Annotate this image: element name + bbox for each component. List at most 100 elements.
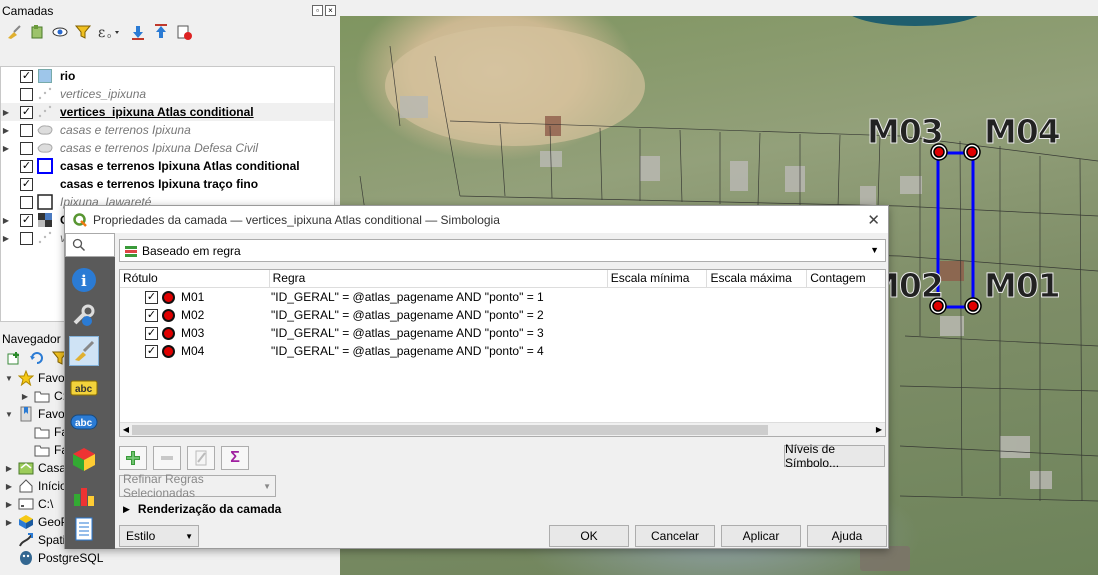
rule-expression: "ID_GERAL" = @atlas_pagename AND "ponto"…	[271, 308, 544, 322]
layer-row[interactable]: ✓ rio	[1, 67, 334, 85]
horizontal-scrollbar[interactable]: ◀ ▶	[120, 422, 885, 436]
refine-rules-button[interactable]: Refinar Regras Selecionadas ▼	[119, 472, 276, 500]
layer-visibility-checkbox[interactable]	[20, 141, 33, 155]
diagrams-icon[interactable]	[69, 480, 99, 510]
layer-row[interactable]: ✓ casas e terrenos Ipixuna traço fino	[1, 175, 334, 193]
expand-arrow-icon[interactable]: ▶	[4, 500, 14, 509]
collapse-arrow-icon[interactable]: ▼	[4, 374, 14, 383]
layer-visibility-checkbox[interactable]	[20, 231, 33, 245]
remove-rule-button[interactable]	[153, 446, 181, 470]
layers-toolbar: ε₀	[0, 19, 340, 45]
rule-label: M04	[181, 344, 205, 358]
column-count-header[interactable]: Contagem	[807, 270, 885, 287]
column-label-header[interactable]: Rótulo	[120, 270, 270, 287]
expand-all-icon[interactable]	[128, 23, 147, 42]
expand-arrow-icon[interactable]: ▶	[4, 464, 14, 473]
layer-visibility-checkbox[interactable]	[20, 195, 33, 209]
layer-name: casas e terrenos Ipixuna traço fino	[60, 177, 259, 191]
column-rule-header[interactable]: Regra	[270, 270, 608, 287]
cancel-button[interactable]: Cancelar	[635, 525, 715, 547]
layers-panel-title: Camadas	[2, 3, 54, 18]
svg-text:abc: abc	[75, 418, 93, 429]
rule-row[interactable]: ✓ M04 "ID_GERAL" = @atlas_pagename AND "po…	[120, 342, 885, 360]
symbol-levels-button[interactable]: Níveis de Símbolo...	[784, 442, 885, 470]
rule-enabled-checkbox[interactable]: ✓	[145, 344, 158, 358]
collapse-all-icon[interactable]	[151, 23, 170, 42]
expand-arrow-icon[interactable]: ▶	[20, 392, 30, 401]
float-icon[interactable]: ▫	[312, 5, 323, 16]
scrollbar-thumb[interactable]	[132, 425, 768, 435]
add-rule-button[interactable]	[119, 446, 147, 470]
close-icon[interactable]: ×	[325, 5, 336, 16]
layer-visibility-checkbox[interactable]	[20, 123, 33, 137]
ok-button[interactable]: OK	[549, 525, 629, 547]
layer-visibility-checkbox[interactable]: ✓	[20, 105, 33, 119]
rule-row[interactable]: ✓ M02 "ID_GERAL" = @atlas_pagename AND "po…	[120, 306, 885, 324]
scroll-right-icon[interactable]: ▶	[873, 423, 885, 436]
fields-icon[interactable]	[69, 514, 99, 544]
add-group-icon[interactable]	[27, 23, 46, 42]
layer-symbol-icon	[37, 231, 53, 245]
rules-table-header: Rótulo Regra Escala mínima Escala máxima…	[120, 270, 885, 288]
layer-row[interactable]: ✓ casas e terrenos Ipixuna Atlas conditio…	[1, 157, 334, 175]
sidebar-search-input[interactable]	[65, 233, 115, 257]
symbology-brush-icon[interactable]	[69, 336, 99, 366]
style-button[interactable]: Estilo ▼	[119, 525, 199, 547]
expand-arrow-icon[interactable]: ▶	[1, 144, 11, 153]
apply-button[interactable]: Aplicar	[721, 525, 801, 547]
style-manager-icon[interactable]	[4, 23, 23, 42]
help-button[interactable]: Ajuda	[807, 525, 887, 547]
expand-arrow-icon[interactable]: ▶	[1, 234, 11, 243]
source-settings-icon[interactable]	[69, 301, 99, 331]
svg-text:ε: ε	[98, 25, 105, 41]
layer-row[interactable]: vertices_ipixuna	[1, 85, 334, 103]
navigator-item-label: C:\	[38, 497, 54, 511]
collapse-arrow-icon[interactable]: ▼	[4, 410, 14, 419]
add-selected-icon[interactable]	[4, 349, 23, 368]
refresh-icon[interactable]	[27, 349, 46, 368]
masks-icon[interactable]: abc	[69, 407, 99, 437]
3d-view-icon[interactable]	[69, 444, 99, 474]
map-label-m04: M04	[984, 112, 1062, 152]
navigator-item[interactable]: PostgreSQL	[0, 549, 340, 567]
remove-layer-icon[interactable]	[174, 23, 193, 42]
expand-arrow-icon[interactable]: ▶	[1, 216, 11, 225]
renderer-select[interactable]: Baseado em regra ▼	[119, 239, 886, 262]
svg-text:₀: ₀	[107, 29, 111, 40]
rule-enabled-checkbox[interactable]: ✓	[145, 308, 158, 322]
layer-visibility-checkbox[interactable]: ✓	[20, 159, 33, 173]
layer-row[interactable]: ▶ ✓ vertices_ipixuna Atlas conditional	[1, 103, 334, 121]
expand-arrow-icon[interactable]: ▶	[4, 518, 14, 527]
layer-symbol-icon	[37, 123, 53, 137]
layer-visibility-checkbox[interactable]: ✓	[20, 177, 33, 191]
rules-table[interactable]: Rótulo Regra Escala mínima Escala máxima…	[119, 269, 886, 437]
layer-visibility-checkbox[interactable]: ✓	[20, 213, 33, 227]
dialog-titlebar[interactable]: Propriedades da camada — vertices_ipixun…	[65, 206, 888, 233]
rule-row[interactable]: ✓ M03 "ID_GERAL" = @atlas_pagename AND "po…	[120, 324, 885, 342]
layer-visibility-checkbox[interactable]	[20, 87, 33, 101]
filter-icon[interactable]	[73, 23, 92, 42]
column-max-scale-header[interactable]: Escala máxima	[707, 270, 808, 287]
visibility-eye-icon[interactable]	[50, 23, 69, 42]
close-icon[interactable]: ✕	[867, 211, 880, 229]
count-features-button[interactable]: Σ	[221, 446, 249, 470]
expand-arrow-icon[interactable]: ▶	[1, 108, 11, 117]
rule-enabled-checkbox[interactable]: ✓	[145, 326, 158, 340]
information-icon[interactable]: i	[69, 265, 99, 295]
rule-enabled-checkbox[interactable]: ✓	[145, 290, 158, 304]
layer-row[interactable]: ▶ casas e terrenos Ipixuna Defesa Civil	[1, 139, 334, 157]
column-min-scale-header[interactable]: Escala mínima	[608, 270, 708, 287]
scroll-left-icon[interactable]: ◀	[120, 423, 132, 436]
expand-arrow-icon[interactable]: ▶	[4, 482, 14, 491]
edit-rule-button[interactable]	[187, 446, 215, 470]
svg-text:i: i	[81, 272, 87, 290]
layer-symbol-icon	[37, 87, 53, 101]
layer-symbol-icon	[37, 105, 53, 119]
filter-expression-icon[interactable]: ε₀	[96, 23, 124, 42]
rule-row[interactable]: ✓ M01 "ID_GERAL" = @atlas_pagename AND "po…	[120, 288, 885, 306]
layer-visibility-checkbox[interactable]: ✓	[20, 69, 33, 83]
expand-arrow-icon[interactable]: ▶	[1, 126, 11, 135]
labels-icon[interactable]: abc	[69, 373, 99, 403]
layer-rendering-section[interactable]: ▶ Renderização da camada	[123, 502, 281, 516]
layer-row[interactable]: ▶ casas e terrenos Ipixuna	[1, 121, 334, 139]
